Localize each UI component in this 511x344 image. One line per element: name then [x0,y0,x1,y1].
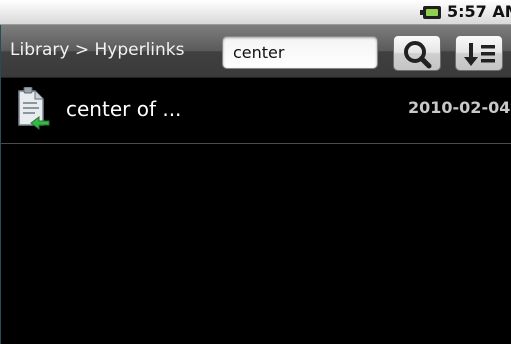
magnifier-icon [404,41,432,69]
status-clock: 5:57 AM [447,2,511,21]
screen-edge [0,25,1,344]
sort-button[interactable] [455,35,503,71]
breadcrumb: Library > Hyperlinks [10,40,185,60]
sort-icon [464,43,495,66]
divider [0,143,511,144]
search-input[interactable] [223,37,377,68]
list-item-date: 2010-02-04 [408,98,511,117]
list-item[interactable]: center of ... 2010-02-04 [0,78,511,143]
title-bar: Library > Hyperlinks [0,25,511,78]
battery-icon [420,6,441,19]
status-bar: 5:57 AM [0,0,511,25]
search-button[interactable] [393,35,441,71]
search-field[interactable] [222,36,378,69]
hyperlink-list: center of ... 2010-02-04 [0,78,511,344]
link-document-icon [18,87,50,130]
list-item-title: center of ... [66,97,182,121]
